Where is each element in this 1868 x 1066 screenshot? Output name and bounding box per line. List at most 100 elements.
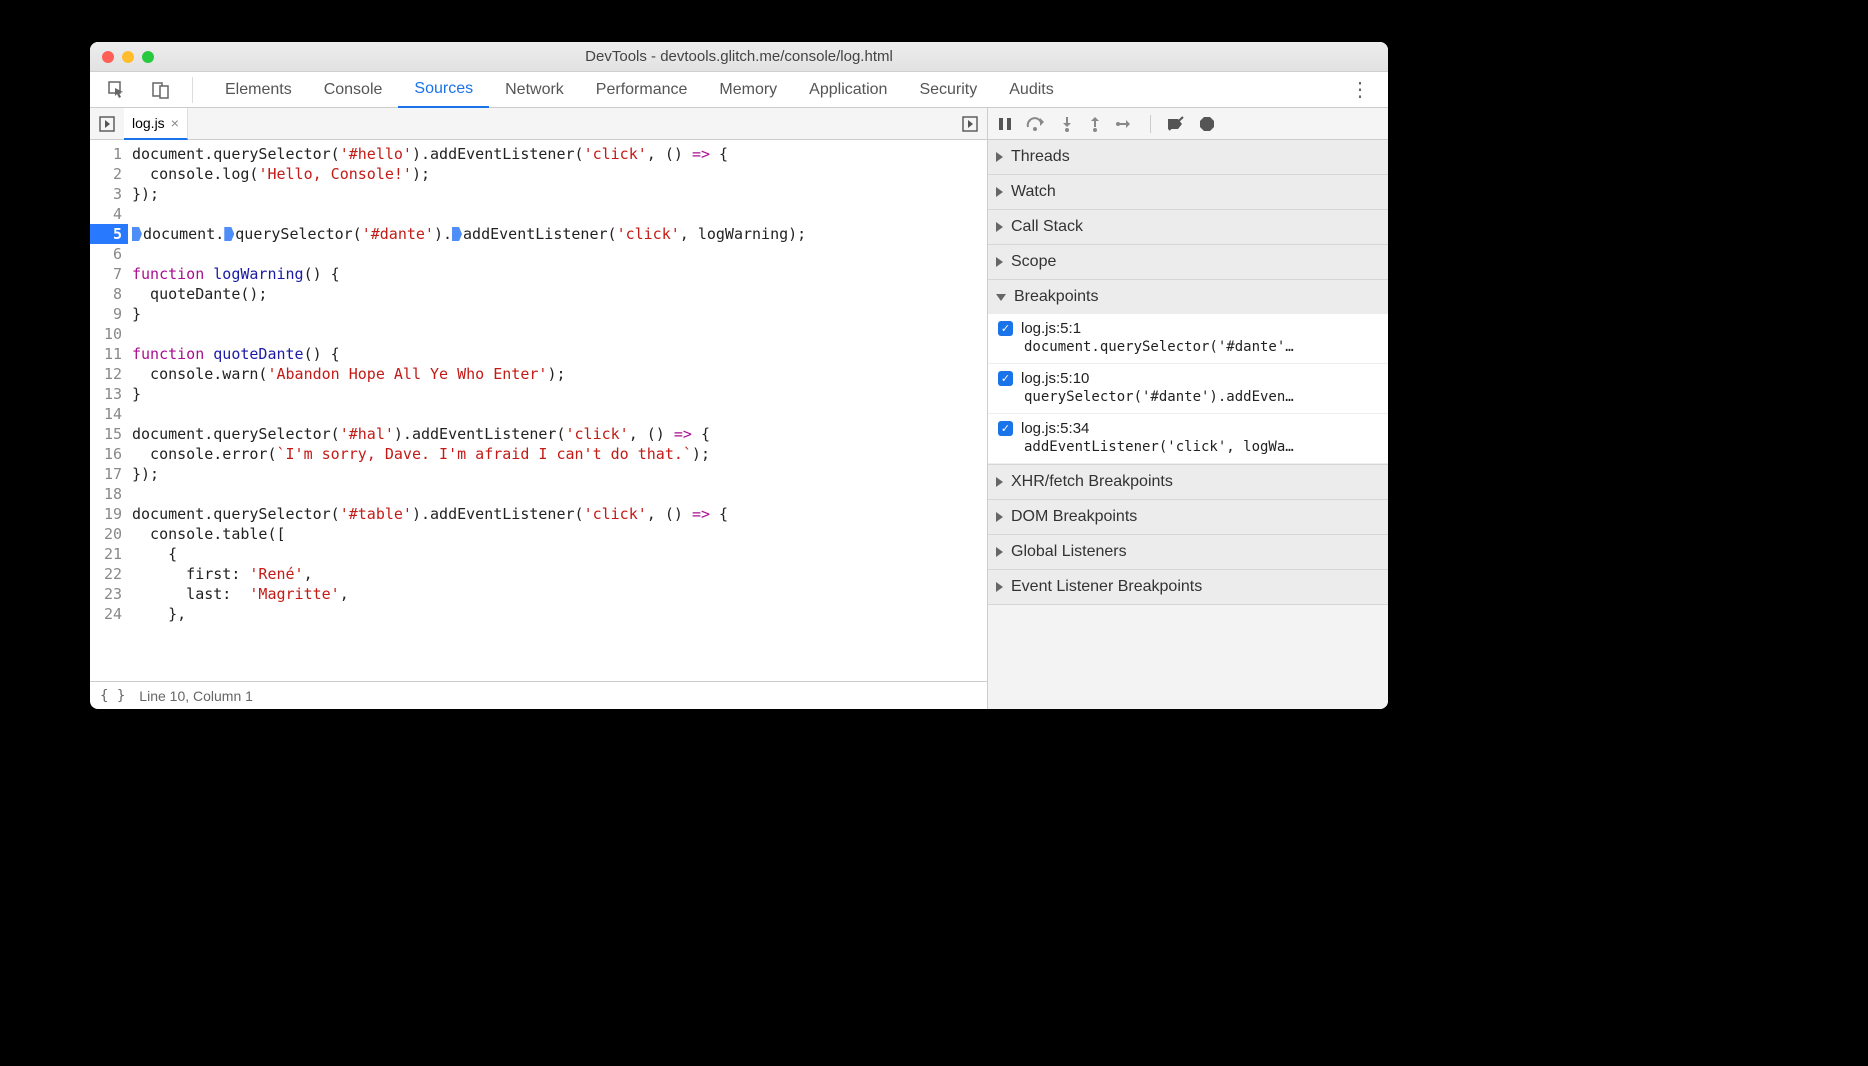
line-number[interactable]: 24 [90, 604, 128, 624]
line-number[interactable]: 11 [90, 344, 128, 364]
line-gutter[interactable]: 123456789101112131415161718192021222324 [90, 140, 128, 681]
code-line[interactable]: console.log('Hello, Console!'); [132, 164, 981, 184]
section-header-threads[interactable]: Threads [988, 140, 1388, 174]
file-tab[interactable]: log.js × [124, 108, 188, 140]
code-line[interactable]: console.warn('Abandon Hope All Ye Who En… [132, 364, 981, 384]
panel-tab-memory[interactable]: Memory [703, 72, 793, 108]
code-line[interactable] [132, 244, 981, 264]
panel-tab-performance[interactable]: Performance [580, 72, 704, 108]
line-number[interactable]: 7 [90, 264, 128, 284]
close-tab-icon[interactable]: × [171, 115, 179, 131]
line-number[interactable]: 6 [90, 244, 128, 264]
line-number[interactable]: 17 [90, 464, 128, 484]
code-line[interactable]: document.querySelector('#dante').addEven… [132, 224, 981, 244]
show-debugger-icon[interactable] [957, 111, 983, 137]
code-line[interactable]: document.querySelector('#hello').addEven… [132, 144, 981, 164]
panel-tab-elements[interactable]: Elements [209, 72, 308, 108]
panel-tab-network[interactable]: Network [489, 72, 580, 108]
code-line[interactable]: document.querySelector('#hal').addEventL… [132, 424, 981, 444]
breakpoint-item[interactable]: ✓log.js:5:10querySelector('#dante').addE… [988, 364, 1388, 414]
line-number[interactable]: 18 [90, 484, 128, 504]
code-area[interactable]: document.querySelector('#hello').addEven… [128, 140, 987, 681]
column-breakpoint-marker[interactable] [132, 227, 142, 241]
code-line[interactable]: } [132, 304, 981, 324]
code-line[interactable]: }); [132, 184, 981, 204]
file-tab-label: log.js [132, 115, 165, 131]
column-breakpoint-marker[interactable] [224, 227, 234, 241]
section-label: DOM Breakpoints [1011, 508, 1137, 526]
step-over-icon[interactable] [1026, 117, 1046, 131]
breakpoint-checkbox[interactable]: ✓ [998, 371, 1013, 386]
line-number[interactable]: 10 [90, 324, 128, 344]
panel-tab-console[interactable]: Console [308, 72, 399, 108]
breakpoint-checkbox[interactable]: ✓ [998, 421, 1013, 436]
line-number[interactable]: 4 [90, 204, 128, 224]
code-line[interactable]: function quoteDante() { [132, 344, 981, 364]
line-number[interactable]: 12 [90, 364, 128, 384]
deactivate-breakpoints-icon[interactable] [1167, 116, 1185, 132]
section-header-scope[interactable]: Scope [988, 245, 1388, 279]
code-line[interactable]: document.querySelector('#table').addEven… [132, 504, 981, 524]
show-navigator-icon[interactable] [94, 111, 120, 137]
line-number[interactable]: 15 [90, 424, 128, 444]
code-editor[interactable]: 123456789101112131415161718192021222324 … [90, 140, 987, 681]
line-number[interactable]: 21 [90, 544, 128, 564]
line-number[interactable]: 16 [90, 444, 128, 464]
sources-editor-pane: log.js × 1234567891011121314151617181920… [90, 108, 988, 709]
code-line[interactable]: quoteDante(); [132, 284, 981, 304]
section-header-watch[interactable]: Watch [988, 175, 1388, 209]
line-number[interactable]: 8 [90, 284, 128, 304]
line-number[interactable]: 22 [90, 564, 128, 584]
code-line[interactable] [132, 404, 981, 424]
line-number[interactable]: 14 [90, 404, 128, 424]
code-line[interactable]: console.table([ [132, 524, 981, 544]
line-number[interactable]: 9 [90, 304, 128, 324]
code-line[interactable]: last: 'Magritte', [132, 584, 981, 604]
line-number[interactable]: 19 [90, 504, 128, 524]
line-number[interactable]: 2 [90, 164, 128, 184]
line-number[interactable]: 3 [90, 184, 128, 204]
pause-on-exceptions-icon[interactable] [1199, 116, 1215, 132]
inspect-element-icon[interactable] [104, 77, 130, 103]
line-number[interactable]: 23 [90, 584, 128, 604]
breakpoint-item[interactable]: ✓log.js:5:34addEventListener('click', lo… [988, 414, 1388, 464]
line-number[interactable]: 1 [90, 144, 128, 164]
code-line[interactable]: } [132, 384, 981, 404]
code-line[interactable] [132, 484, 981, 504]
step-out-icon[interactable] [1088, 116, 1102, 132]
code-line[interactable]: }, [132, 604, 981, 624]
column-breakpoint-marker[interactable] [452, 227, 462, 241]
code-line[interactable]: { [132, 544, 981, 564]
breakpoint-item[interactable]: ✓log.js:5:1document.querySelector('#dant… [988, 314, 1388, 364]
section-header-breakpoints[interactable]: Breakpoints [988, 280, 1388, 314]
section-header-xhr-fetch-breakpoints[interactable]: XHR/fetch Breakpoints [988, 465, 1388, 499]
code-line[interactable]: first: 'René', [132, 564, 981, 584]
code-line[interactable]: }); [132, 464, 981, 484]
panel-tab-application[interactable]: Application [793, 72, 903, 108]
section-header-event-listener-breakpoints[interactable]: Event Listener Breakpoints [988, 570, 1388, 604]
section-header-global-listeners[interactable]: Global Listeners [988, 535, 1388, 569]
code-line[interactable] [132, 204, 981, 224]
panel-tab-sources[interactable]: Sources [398, 72, 489, 108]
section-header-dom-breakpoints[interactable]: DOM Breakpoints [988, 500, 1388, 534]
step-icon[interactable] [1116, 117, 1134, 131]
chevron-down-icon [996, 294, 1006, 301]
line-number[interactable]: 13 [90, 384, 128, 404]
step-into-icon[interactable] [1060, 116, 1074, 132]
code-line[interactable]: function logWarning() { [132, 264, 981, 284]
zoom-window-button[interactable] [142, 51, 154, 63]
section-header-call-stack[interactable]: Call Stack [988, 210, 1388, 244]
device-toolbar-icon[interactable] [148, 77, 174, 103]
pretty-print-icon[interactable]: { } [100, 688, 125, 704]
breakpoint-checkbox[interactable]: ✓ [998, 321, 1013, 336]
more-options-icon[interactable]: ⋮ [1342, 77, 1378, 102]
line-number[interactable]: 5 [90, 224, 128, 244]
pause-icon[interactable] [998, 117, 1012, 131]
panel-tab-audits[interactable]: Audits [993, 72, 1069, 108]
close-window-button[interactable] [102, 51, 114, 63]
minimize-window-button[interactable] [122, 51, 134, 63]
panel-tab-security[interactable]: Security [903, 72, 993, 108]
code-line[interactable]: console.error(`I'm sorry, Dave. I'm afra… [132, 444, 981, 464]
line-number[interactable]: 20 [90, 524, 128, 544]
code-line[interactable] [132, 324, 981, 344]
